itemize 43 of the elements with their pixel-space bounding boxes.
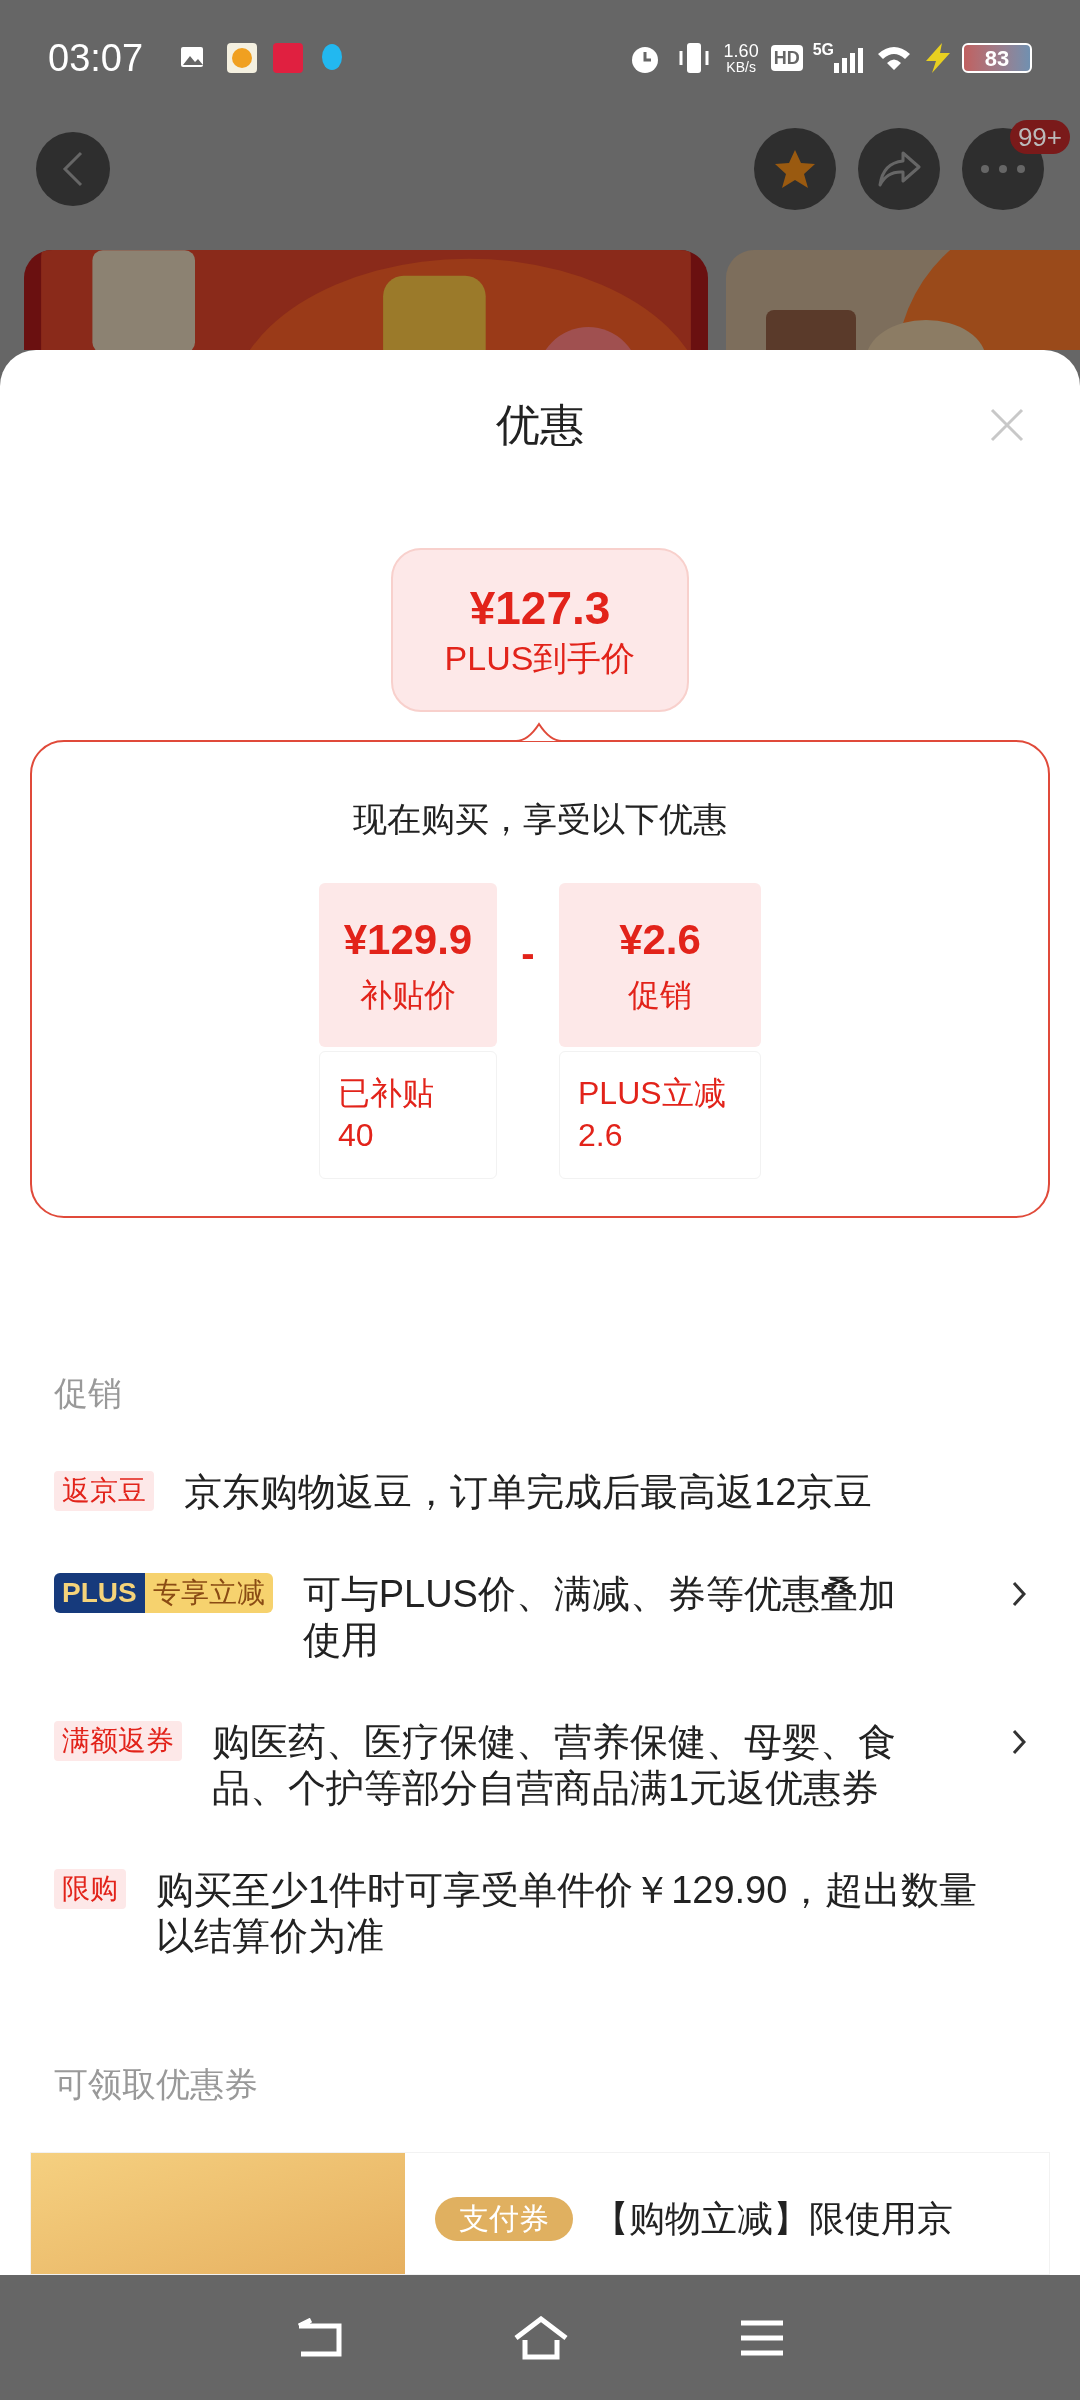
promo-text: 可与PLUS价、满减、券等优惠叠加使用 xyxy=(302,1572,897,1663)
final-price-label: PLUS到手价 xyxy=(444,641,636,675)
breakdown-heading: 现在购买，享受以下优惠 xyxy=(353,799,727,840)
tag-label: 专享立减 xyxy=(144,1573,273,1613)
promo-tag: 限购 xyxy=(54,1869,126,1909)
price-amount: ¥2.6 xyxy=(619,919,701,961)
promo-text: 京东购物返豆，订单完成后最高返12京豆 xyxy=(184,1470,874,1515)
detail-text: 已补贴 40 xyxy=(338,1074,435,1155)
section-title: 可领取优惠券 xyxy=(54,2065,258,2103)
chevron-icon[interactable] xyxy=(1012,1729,1026,1755)
notification-badge: 99+ xyxy=(1009,120,1070,154)
status-time: 03:07 xyxy=(48,35,144,81)
coupon-tag: 支付券 xyxy=(435,2197,573,2241)
app-icon xyxy=(227,43,258,73)
minus-sign: - xyxy=(520,930,536,977)
net-unit: KB/s xyxy=(726,60,756,74)
home-icon[interactable] xyxy=(513,2315,569,2360)
share-icon xyxy=(877,151,921,187)
hd-icon: HD xyxy=(770,45,803,71)
menu-icon[interactable] xyxy=(739,2318,785,2357)
promo-text: 购医药、医疗保健、营养保健、母婴、食品、个护等部分自营商品满1元返优惠券 xyxy=(212,1720,897,1811)
sheet-title: 优惠 xyxy=(496,399,584,451)
promo-tag: 满额返券 xyxy=(54,1721,182,1761)
promo-text: 购买至少1件时可享受单件价￥129.90，超出数量以结算价为准 xyxy=(156,1868,979,1959)
price-label: 促销 xyxy=(628,979,692,1011)
detail-text: PLUS立减 2.6 xyxy=(578,1074,727,1155)
star-icon xyxy=(773,148,817,190)
chevron-icon[interactable] xyxy=(1012,1581,1026,1607)
app-icon xyxy=(273,43,304,73)
price-label: 补贴价 xyxy=(360,979,456,1011)
wifi-icon xyxy=(876,44,912,72)
more-icon xyxy=(981,165,1025,173)
section-title: 促销 xyxy=(54,1374,122,1412)
back-nav-icon[interactable] xyxy=(295,2317,343,2358)
battery-icon: 83 xyxy=(962,43,1032,73)
final-price: ¥127.3 xyxy=(469,585,611,631)
price-amount: ¥129.9 xyxy=(343,919,473,961)
back-icon xyxy=(61,149,85,189)
plus-tag: PLUS xyxy=(54,1573,145,1613)
network-label: 5G xyxy=(812,40,834,60)
coupon-text: 【购物立减】限使用京 xyxy=(593,2197,953,2241)
net-speed: 1.60 xyxy=(723,42,759,60)
promo-tag: 返京豆 xyxy=(54,1471,154,1511)
